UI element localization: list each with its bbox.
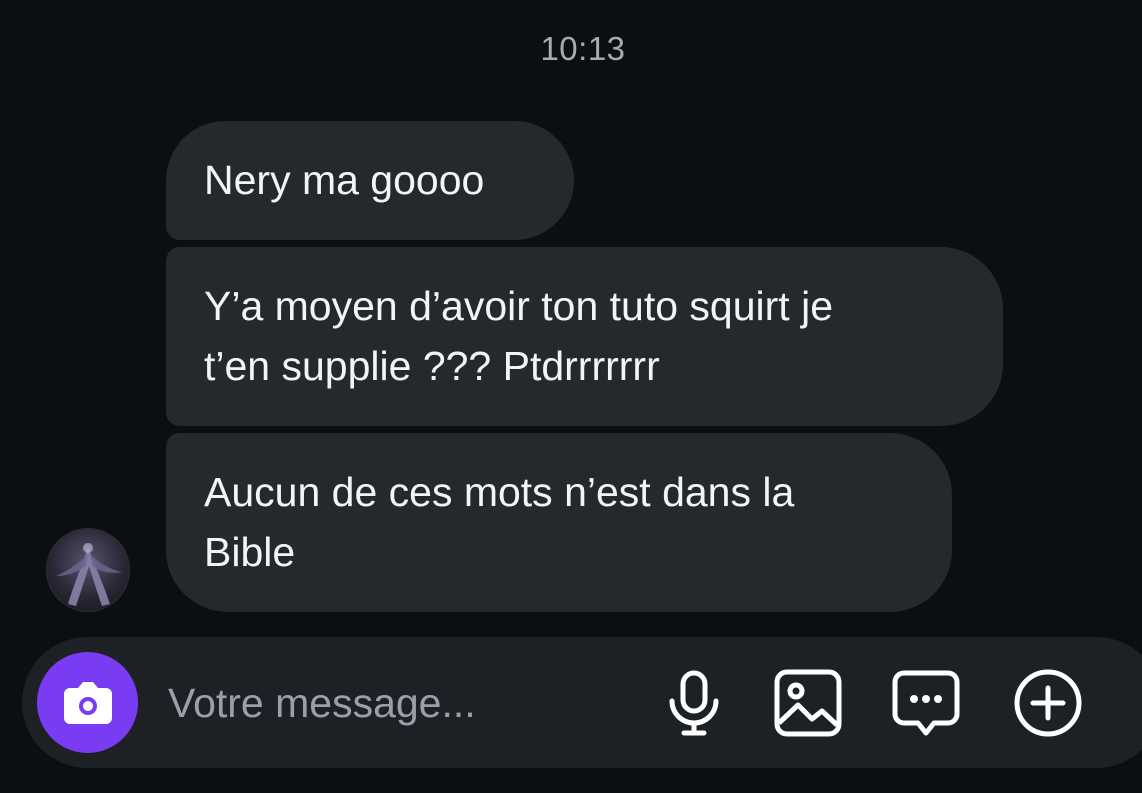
more-options-button[interactable] [1012,667,1084,739]
sticker-chat-icon [892,670,960,736]
message-timestamp: 10:13 [540,30,626,67]
chat-screen: 10:13 Nery ma goooo Y’a moyen d’avoir to… [0,0,1142,793]
sender-avatar[interactable] [46,528,130,612]
camera-icon [64,682,112,724]
message-bubble[interactable]: Y’a moyen d’avoir ton tuto squirt je t’e… [166,247,1003,426]
message-text-line: Aucun de ces mots n’est dans la [204,469,795,515]
image-icon [774,669,842,737]
message-input[interactable]: Votre message... [168,677,476,729]
gallery-button[interactable] [772,667,844,739]
sticker-button[interactable] [890,667,962,739]
plus-circle-icon [1014,669,1082,737]
message-bubble[interactable]: Nery ma goooo [166,121,574,240]
message-composer: Votre message... [22,637,1142,768]
message-bubble[interactable]: Aucun de ces mots n’est dans la Bible [166,433,952,612]
message-text-line: Bible [204,529,296,575]
message-text-line: t’en supplie ??? Ptdrrrrrrr [204,343,660,389]
message-text-line: Y’a moyen d’avoir ton tuto squirt je [204,283,833,329]
camera-button[interactable] [37,652,138,753]
message-text-line: Nery ma goooo [204,157,485,203]
microphone-icon [669,670,719,736]
microphone-button[interactable] [658,667,730,739]
